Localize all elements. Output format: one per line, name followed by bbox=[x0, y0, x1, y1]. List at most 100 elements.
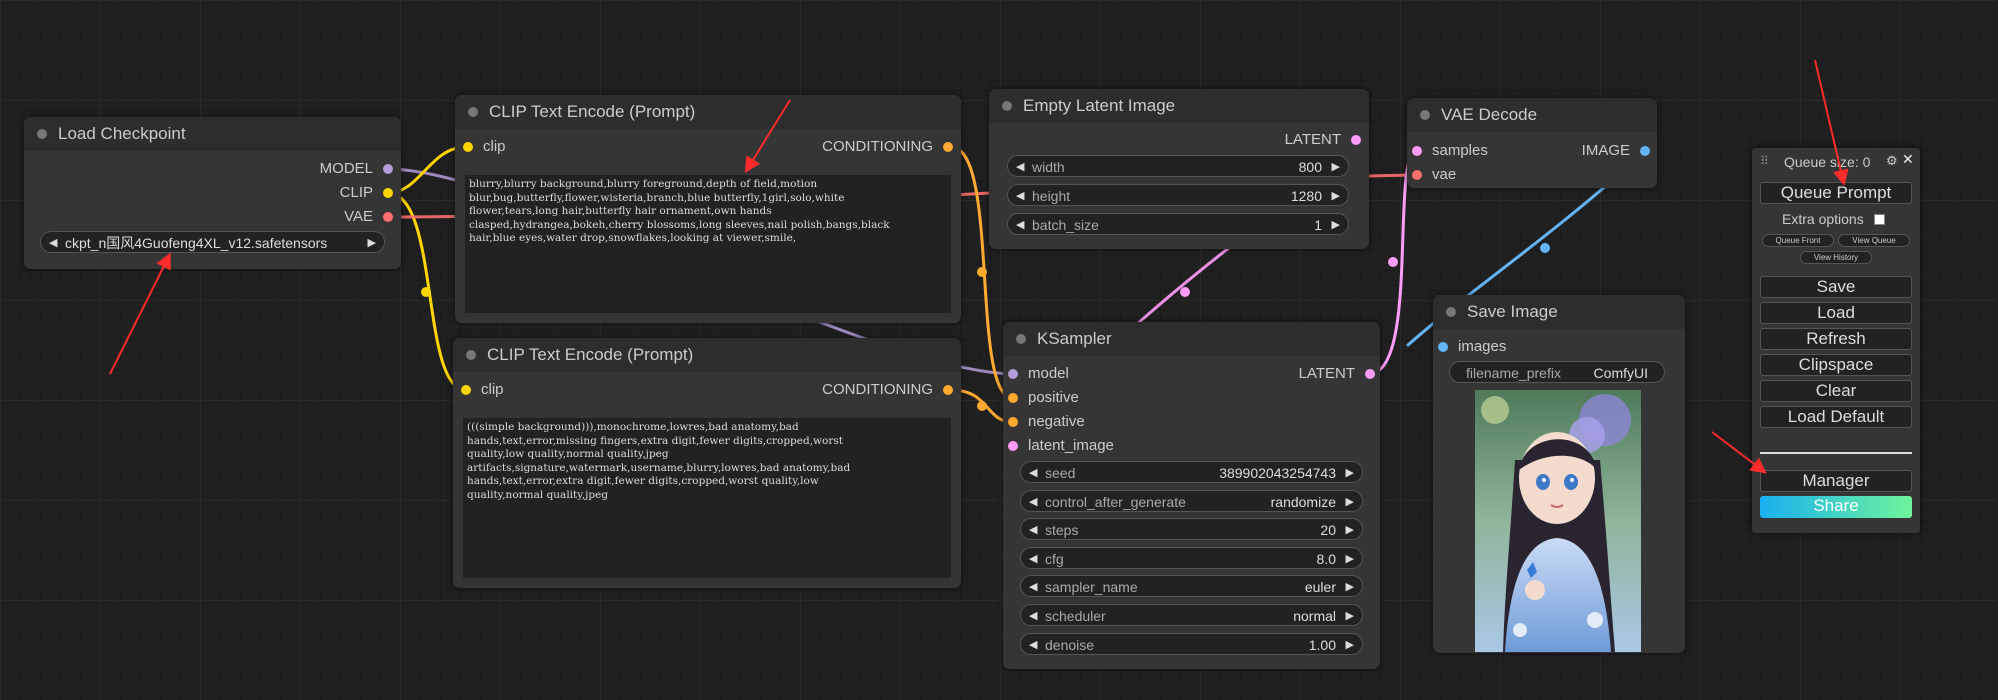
cfg-widget[interactable]: ◀ cfg 8.0 ▶ bbox=[1020, 547, 1363, 569]
arrow-left-icon[interactable]: ◀ bbox=[1029, 491, 1037, 513]
batch-size-number-widget[interactable]: ◀ batch_size 1 ▶ bbox=[1007, 213, 1349, 235]
collapse-dot[interactable] bbox=[1016, 334, 1026, 344]
steps-widget[interactable]: ◀ steps 20 ▶ bbox=[1020, 518, 1363, 540]
slot-dot[interactable] bbox=[943, 385, 953, 395]
arrow-right-icon[interactable]: ▶ bbox=[1332, 214, 1340, 236]
node-empty-latent-image[interactable]: Empty Latent Image LATENT ◀ width 800 ▶ ◀ he… bbox=[989, 89, 1369, 249]
input-positive[interactable]: positive bbox=[1008, 388, 1079, 408]
node-load-checkpoint[interactable]: Load Checkpoint MODEL CLIP VAE ◀ ckpt_n国… bbox=[24, 117, 401, 269]
output-image-preview[interactable] bbox=[1475, 390, 1641, 652]
arrow-left-icon[interactable]: ◀ bbox=[1029, 576, 1037, 598]
arrow-left-icon[interactable]: ◀ bbox=[1016, 156, 1024, 178]
input-latent-image[interactable]: latent_image bbox=[1008, 436, 1114, 456]
slot-dot[interactable] bbox=[1351, 135, 1361, 145]
slot-dot[interactable] bbox=[1008, 417, 1018, 427]
arrow-left-icon[interactable]: ◀ bbox=[1029, 519, 1037, 541]
output-vae[interactable]: VAE bbox=[344, 207, 393, 227]
arrow-right-icon[interactable]: ▶ bbox=[368, 232, 376, 254]
arrow-left-icon[interactable]: ◀ bbox=[1029, 462, 1037, 484]
input-samples[interactable]: samples bbox=[1412, 141, 1488, 161]
arrow-left-icon[interactable]: ◀ bbox=[1029, 605, 1037, 627]
control-after-generate-widget[interactable]: ◀ control_after_generate randomize ▶ bbox=[1020, 490, 1363, 512]
scheduler-widget[interactable]: ◀ scheduler normal ▶ bbox=[1020, 604, 1363, 626]
gear-icon[interactable]: ⚙ bbox=[1886, 153, 1898, 169]
arrow-left-icon[interactable]: ◀ bbox=[1016, 185, 1024, 207]
arrow-right-icon[interactable]: ▶ bbox=[1346, 548, 1354, 570]
input-clip[interactable]: clip bbox=[461, 380, 504, 400]
arrow-right-icon[interactable]: ▶ bbox=[1346, 491, 1354, 513]
load-button[interactable]: Load bbox=[1760, 302, 1912, 324]
output-image[interactable]: IMAGE bbox=[1582, 141, 1650, 161]
queue-front-button[interactable]: Queue Front bbox=[1762, 234, 1834, 247]
collapse-dot[interactable] bbox=[468, 107, 478, 117]
arrow-right-icon[interactable]: ▶ bbox=[1346, 576, 1354, 598]
extra-options-checkbox[interactable] bbox=[1874, 214, 1885, 225]
clipspace-button[interactable]: Clipspace bbox=[1760, 354, 1912, 376]
output-clip[interactable]: CLIP bbox=[340, 183, 393, 203]
slot-dot[interactable] bbox=[1412, 146, 1422, 156]
refresh-button[interactable]: Refresh bbox=[1760, 328, 1912, 350]
slot-dot[interactable] bbox=[383, 188, 393, 198]
arrow-right-icon[interactable]: ▶ bbox=[1346, 634, 1354, 656]
prompt-textarea-positive[interactable]: blurry,blurry background,blurry foregrou… bbox=[465, 175, 951, 313]
save-button[interactable]: Save bbox=[1760, 276, 1912, 298]
node-title[interactable]: KSampler bbox=[1003, 322, 1380, 356]
slot-dot[interactable] bbox=[1008, 369, 1018, 379]
output-model[interactable]: MODEL bbox=[320, 159, 393, 179]
node-title[interactable]: Empty Latent Image bbox=[989, 89, 1369, 123]
arrow-right-icon[interactable]: ▶ bbox=[1346, 519, 1354, 541]
node-title[interactable]: CLIP Text Encode (Prompt) bbox=[453, 338, 961, 372]
sampler-name-widget[interactable]: ◀ sampler_name euler ▶ bbox=[1020, 575, 1363, 597]
node-ksampler[interactable]: KSampler model positive negative latent_… bbox=[1003, 322, 1380, 669]
view-history-button[interactable]: View History bbox=[1800, 251, 1872, 264]
slot-dot[interactable] bbox=[461, 385, 471, 395]
node-title[interactable]: Load Checkpoint bbox=[24, 117, 401, 151]
output-conditioning[interactable]: CONDITIONING bbox=[822, 137, 953, 157]
width-number-widget[interactable]: ◀ width 800 ▶ bbox=[1007, 155, 1349, 177]
slot-dot[interactable] bbox=[1438, 342, 1448, 352]
share-button[interactable]: Share bbox=[1760, 496, 1912, 518]
slot-dot[interactable] bbox=[463, 142, 473, 152]
node-title[interactable]: Save Image bbox=[1433, 295, 1685, 329]
close-icon[interactable]: ✕ bbox=[1902, 151, 1914, 168]
drag-handle-icon[interactable]: ⠿ bbox=[1760, 154, 1769, 168]
arrow-right-icon[interactable]: ▶ bbox=[1346, 605, 1354, 627]
node-save-image[interactable]: Save Image images filename_prefix ComfyU… bbox=[1433, 295, 1685, 653]
arrow-right-icon[interactable]: ▶ bbox=[1346, 462, 1354, 484]
collapse-dot[interactable] bbox=[37, 129, 47, 139]
view-queue-button[interactable]: View Queue bbox=[1838, 234, 1910, 247]
slot-dot[interactable] bbox=[383, 212, 393, 222]
arrow-right-icon[interactable]: ▶ bbox=[1332, 185, 1340, 207]
arrow-left-icon[interactable]: ◀ bbox=[1029, 548, 1037, 570]
slot-dot[interactable] bbox=[1640, 146, 1650, 156]
collapse-dot[interactable] bbox=[1446, 307, 1456, 317]
arrow-left-icon[interactable]: ◀ bbox=[1029, 634, 1037, 656]
queue-prompt-button[interactable]: Queue Prompt bbox=[1760, 182, 1912, 204]
seed-widget[interactable]: ◀ seed 389902043254743 ▶ bbox=[1020, 461, 1363, 483]
height-number-widget[interactable]: ◀ height 1280 ▶ bbox=[1007, 184, 1349, 206]
slot-dot[interactable] bbox=[383, 164, 393, 174]
arrow-left-icon[interactable]: ◀ bbox=[49, 232, 57, 254]
input-images[interactable]: images bbox=[1438, 337, 1506, 357]
clear-button[interactable]: Clear bbox=[1760, 380, 1912, 402]
arrow-right-icon[interactable]: ▶ bbox=[1332, 156, 1340, 178]
manager-button[interactable]: Manager bbox=[1760, 470, 1912, 492]
node-vae-decode[interactable]: VAE Decode samples vae IMAGE bbox=[1407, 98, 1657, 188]
collapse-dot[interactable] bbox=[1420, 110, 1430, 120]
slot-dot[interactable] bbox=[1412, 170, 1422, 180]
node-title[interactable]: CLIP Text Encode (Prompt) bbox=[455, 95, 961, 129]
denoise-widget[interactable]: ◀ denoise 1.00 ▶ bbox=[1020, 633, 1363, 655]
input-clip[interactable]: clip bbox=[463, 137, 506, 157]
input-model[interactable]: model bbox=[1008, 364, 1069, 384]
output-latent[interactable]: LATENT bbox=[1299, 364, 1375, 384]
ckpt-name-combo[interactable]: ◀ ckpt_n国风4Guofeng4XL_v12.safetensors ▶ bbox=[40, 231, 385, 253]
node-title[interactable]: VAE Decode bbox=[1407, 98, 1657, 132]
node-clip-text-encode-negative[interactable]: CLIP Text Encode (Prompt) clip CONDITION… bbox=[453, 338, 961, 588]
output-conditioning[interactable]: CONDITIONING bbox=[822, 380, 953, 400]
queue-menu-panel[interactable]: ⠿ Queue size: 0 ⚙ ✕ Queue Prompt Extra o… bbox=[1752, 148, 1920, 533]
input-negative[interactable]: negative bbox=[1008, 412, 1085, 432]
slot-dot[interactable] bbox=[943, 142, 953, 152]
prompt-textarea-negative[interactable]: (((simple background))),monochrome,lowre… bbox=[463, 418, 951, 578]
filename-prefix-widget[interactable]: filename_prefix ComfyUI bbox=[1449, 361, 1665, 383]
slot-dot[interactable] bbox=[1008, 393, 1018, 403]
